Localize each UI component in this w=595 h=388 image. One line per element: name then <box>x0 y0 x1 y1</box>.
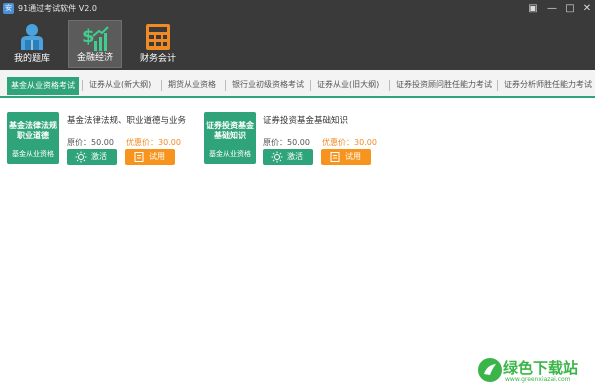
money-chart-icon: $ <box>82 26 109 51</box>
discount-price: 优惠价：30.00 <box>322 137 377 148</box>
toolbar-label: 金融经济 <box>76 53 113 63</box>
toolbar-label: 财务会计 <box>139 54 176 64</box>
course-tile-name: 证券投资基金基础知识 <box>206 121 254 140</box>
toolbar-my-question-bank[interactable]: 我的题库 <box>5 20 59 68</box>
app-icon: 安 <box>3 3 14 14</box>
tab-banking[interactable]: 银行业初级资格考试 <box>229 77 307 93</box>
tab-investment-advisor[interactable]: 证券投资顾问胜任能力考试 <box>393 77 495 93</box>
discount-price-value: 30.00 <box>158 138 181 147</box>
tab-securities-analyst[interactable]: 证券分析师胜任能力考试 <box>501 77 595 93</box>
activate-label: 激活 <box>91 152 107 161</box>
tab-divider <box>497 80 498 91</box>
watermark-url: www.greenxiazai.com <box>505 376 571 383</box>
course-tile[interactable]: 证券投资基金基础知识 基金从业资格 <box>204 112 256 164</box>
trial-button[interactable]: 试用 <box>125 149 175 165</box>
discount-price: 优惠价：30.00 <box>126 137 181 148</box>
watermark: 绿色下载站 www.greenxiazai.com <box>475 355 593 387</box>
tab-futures[interactable]: 期货从业资格 <box>165 77 219 93</box>
app-header: 安 91通过考试软件 V2.0 ▣ — □ ✕ 我的题库 $ 金融经济 财务会计 <box>0 0 595 70</box>
tab-securities-new[interactable]: 证券从业(新大纲) <box>86 77 154 93</box>
course-tile-name: 基金法律法规职业道德 <box>9 121 57 140</box>
watermark-logo-icon <box>478 358 502 382</box>
svg-text:$: $ <box>82 26 95 47</box>
activate-button[interactable]: 激活 <box>67 149 117 165</box>
original-price-value: 50.00 <box>91 138 114 147</box>
activate-button[interactable]: 激活 <box>263 149 313 165</box>
trial-icon <box>134 152 144 162</box>
course-title: 证券投资基金基础知识 <box>263 116 349 126</box>
tab-securities-old[interactable]: 证券从业(旧大纲) <box>314 77 382 93</box>
tab-divider <box>310 80 311 91</box>
original-price: 原价：50.00 <box>67 137 114 148</box>
course-tile-category: 基金从业资格 <box>12 150 54 158</box>
toolbar-label: 我的题库 <box>13 54 50 64</box>
tab-fund-qualification[interactable]: 基金从业资格考试 <box>7 77 79 95</box>
user-reading-icon <box>21 24 43 50</box>
tab-divider <box>225 80 226 91</box>
tab-divider <box>82 80 83 91</box>
activate-label: 激活 <box>287 152 303 161</box>
trial-label: 试用 <box>345 152 361 161</box>
discount-price-value: 30.00 <box>354 138 377 147</box>
minimize-icon[interactable]: — <box>545 3 559 15</box>
calculator-icon <box>146 24 170 50</box>
course-title: 基金法律法规、职业道德与业务 <box>67 116 187 126</box>
original-price-label: 原价： <box>67 138 91 147</box>
title-bar[interactable]: 安 91通过考试软件 V2.0 ▣ — □ ✕ <box>0 0 595 18</box>
discount-price-label: 优惠价： <box>322 138 354 147</box>
tab-divider <box>161 80 162 91</box>
sun-icon <box>75 151 87 163</box>
discount-price-label: 优惠价： <box>126 138 158 147</box>
course-tile[interactable]: 基金法律法规职业道德 基金从业资格 <box>7 112 59 164</box>
trial-label: 试用 <box>149 152 165 161</box>
app-title: 91通过考试软件 V2.0 <box>18 4 97 13</box>
maximize-icon[interactable]: □ <box>563 3 577 15</box>
toolbar-accounting[interactable]: 财务会计 <box>131 20 185 68</box>
exam-tabs: 基金从业资格考试 证券从业(新大纲) 期货从业资格 银行业初级资格考试 证券从业… <box>0 70 595 98</box>
trial-button[interactable]: 试用 <box>321 149 371 165</box>
trial-icon <box>330 152 340 162</box>
original-price: 原价：50.00 <box>263 137 310 148</box>
course-tile-category: 基金从业资格 <box>209 150 251 158</box>
watermark-text: 绿色下载站 <box>503 359 579 377</box>
tab-divider <box>389 80 390 91</box>
original-price-value: 50.00 <box>287 138 310 147</box>
original-price-label: 原价： <box>263 138 287 147</box>
toolbar-finance-economy[interactable]: $ 金融经济 <box>68 20 122 68</box>
skin-icon[interactable]: ▣ <box>526 3 540 15</box>
sun-icon <box>271 151 283 163</box>
close-icon[interactable]: ✕ <box>580 3 594 15</box>
